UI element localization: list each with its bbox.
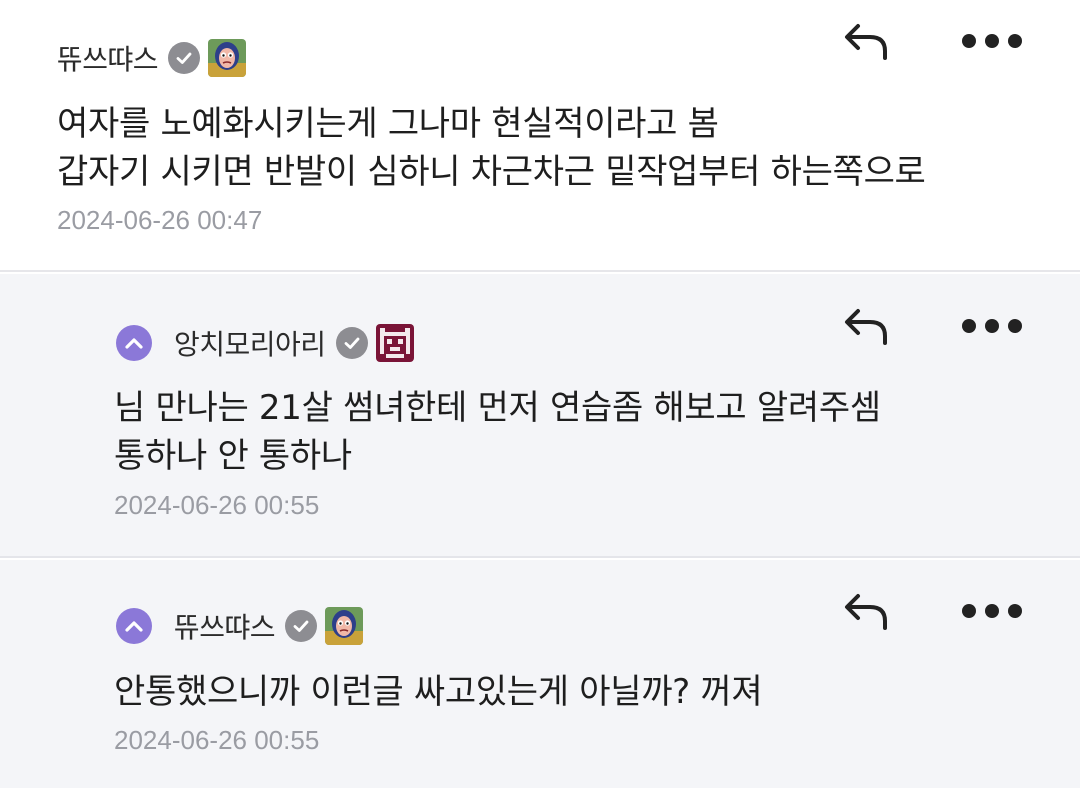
character-avatar-icon: [208, 39, 247, 77]
more-options-icon[interactable]: [962, 601, 1022, 621]
comment-timestamp: 2024-06-26 00:55: [114, 725, 320, 755]
comment-body: 여자를 노예화시키는게 그나마 현실적이라고 봄 갑자기 시키면 반발이 심하니…: [57, 100, 926, 196]
avatar[interactable]: [325, 607, 364, 645]
comment-line: 갑자기 시키면 반발이 심하니 차근차근 밑작업부터 하는쪽으로: [57, 152, 926, 192]
collapse-button[interactable]: [116, 608, 152, 644]
comment-header: 뜌쓰땨스: [116, 606, 364, 646]
character-avatar-icon: [325, 607, 364, 645]
reply-icon[interactable]: [842, 590, 892, 634]
chevron-up-icon: [125, 621, 143, 632]
username[interactable]: 뜌쓰땨스: [57, 38, 159, 78]
comment-line: 안통했으니까 이런글 싸고있는게 아닐까? 꺼져: [114, 672, 763, 712]
pixel-invader-avatar-icon: [375, 324, 414, 362]
reply-icon[interactable]: [842, 305, 892, 349]
reply-card: 앙치모리아리 님 만나는 21살 썸녀한테 먼저 연습좀 해보고 알려주셈 통하…: [0, 274, 1080, 558]
comment-header: 뜌쓰땨스: [57, 38, 247, 78]
comment-body: 님 만나는 21살 썸녀한테 먼저 연습좀 해보고 알려주셈 통하나 안 통하나: [114, 384, 881, 480]
comment-line: 여자를 노예화시키는게 그나마 현실적이라고 봄: [57, 104, 719, 144]
comment-line: 통하나 안 통하나: [114, 436, 352, 476]
comment-body: 안통했으니까 이런글 싸고있는게 아닐까? 꺼져: [114, 668, 763, 716]
reply-icon[interactable]: [842, 20, 892, 64]
verified-badge-icon: [335, 327, 368, 359]
more-options-icon[interactable]: [962, 316, 1022, 336]
username[interactable]: 뜌쓰땨스: [174, 606, 276, 646]
comment-timestamp: 2024-06-26 00:47: [57, 205, 263, 235]
comment-line: 님 만나는 21살 썸녀한테 먼저 연습좀 해보고 알려주셈: [114, 388, 881, 428]
avatar[interactable]: [208, 39, 247, 77]
reply-card: 뜌쓰땨스 안통했으니까 이런글 싸고있는게 아닐까? 꺼져 2024-06-26…: [0, 560, 1080, 788]
username[interactable]: 앙치모리아리: [174, 323, 326, 363]
avatar[interactable]: [375, 324, 414, 362]
comment-header: 앙치모리아리: [116, 323, 414, 363]
more-options-icon[interactable]: [962, 31, 1022, 51]
collapse-button[interactable]: [116, 325, 152, 361]
chevron-up-icon: [125, 338, 143, 349]
verified-badge-icon: [285, 610, 318, 642]
comment-timestamp: 2024-06-26 00:55: [114, 490, 320, 520]
comment-card: 뜌쓰땨스 여자를 노예화시키는게 그나마 현실적이라고 봄 갑자기 시키면 반발…: [0, 0, 1080, 272]
verified-badge-icon: [168, 42, 201, 74]
